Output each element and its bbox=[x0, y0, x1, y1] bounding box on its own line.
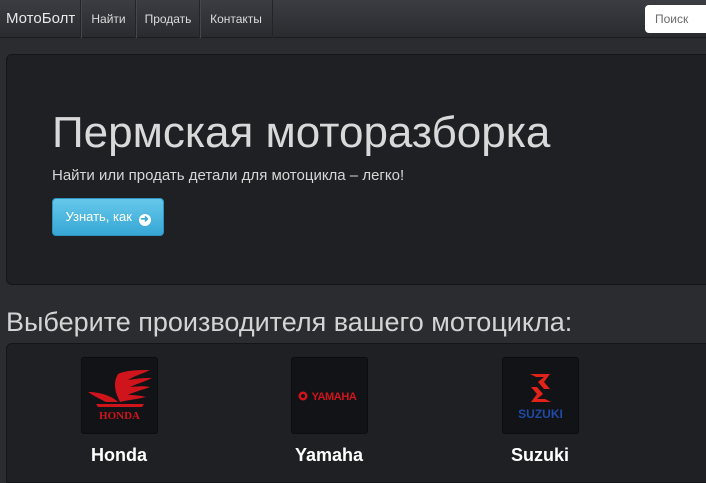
manufacturer-card-honda[interactable]: HONDA Honda bbox=[59, 358, 179, 466]
manufacturer-name-honda: Honda bbox=[91, 445, 147, 465]
manufacturers-panel: HONDA Honda YAMAHA Yamaha SUZUKI Suzuki bbox=[6, 343, 706, 483]
nav-item-contacts[interactable]: Контакты bbox=[199, 0, 273, 38]
suzuki-logo-icon: SUZUKI bbox=[502, 358, 578, 433]
hero-panel: Пермская моторазборка Найти или продать … bbox=[6, 54, 706, 285]
manufacturer-card-yamaha[interactable]: YAMAHA Yamaha bbox=[269, 358, 389, 466]
nav-item-sell[interactable]: Продать bbox=[135, 0, 200, 38]
honda-logo-text: HONDA bbox=[99, 410, 140, 422]
learn-how-button-label: Узнать, как bbox=[65, 209, 132, 224]
yamaha-logo-icon: YAMAHA bbox=[291, 358, 367, 433]
arrow-circle-right-icon: ➜ bbox=[138, 214, 151, 226]
hero-title: Пермская моторазборка bbox=[52, 108, 551, 157]
nav-item-find[interactable]: Найти bbox=[80, 0, 136, 38]
honda-logo-icon: HONDA bbox=[81, 358, 157, 433]
suzuki-logo-text: SUZUKI bbox=[518, 407, 563, 421]
hero-subtitle: Найти или продать детали для мотоцикла –… bbox=[52, 167, 405, 184]
manufacturer-name-suzuki: Suzuki bbox=[510, 445, 569, 465]
manufacturer-name-yamaha: Yamaha bbox=[294, 445, 364, 465]
manufacturers-heading: Выберите производителя вашего мотоцикла: bbox=[6, 307, 573, 337]
navbar: МотоБолт Найти Продать Контакты bbox=[0, 0, 706, 38]
brand-logo[interactable]: МотоБолт bbox=[6, 0, 75, 38]
search-input[interactable] bbox=[645, 5, 706, 33]
manufacturer-card-suzuki[interactable]: SUZUKI Suzuki bbox=[480, 358, 600, 466]
learn-how-button[interactable]: Узнать, как ➜ bbox=[52, 198, 164, 236]
yamaha-logo-text: YAMAHA bbox=[311, 391, 356, 403]
